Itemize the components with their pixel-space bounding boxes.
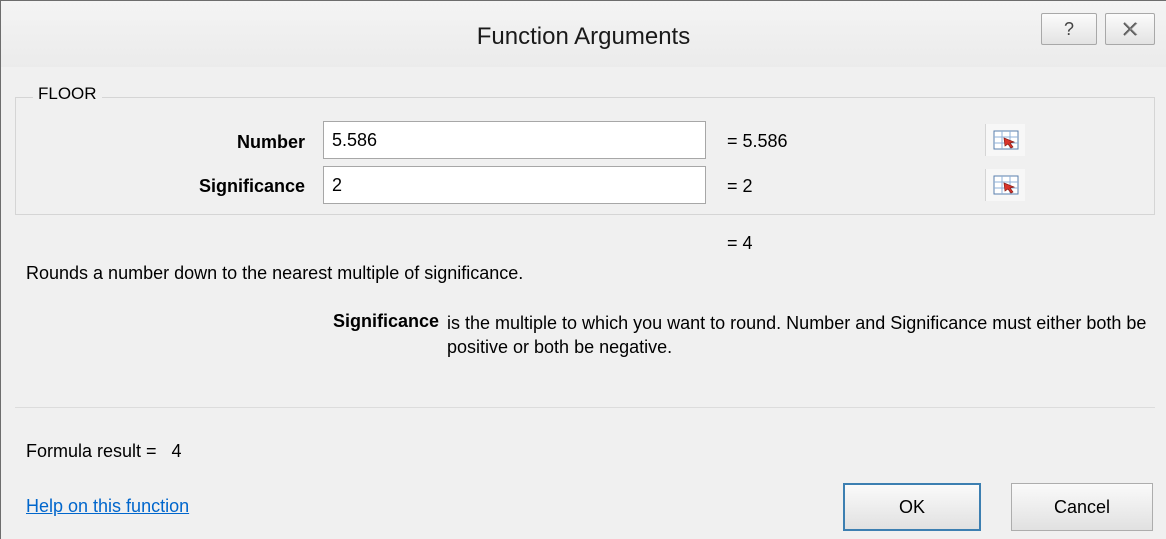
function-name-label: FLOOR	[33, 84, 102, 104]
argument-help-name: Significance	[332, 311, 439, 331]
ok-button[interactable]: OK	[843, 483, 981, 531]
significance-label: Significance	[198, 176, 305, 196]
close-button[interactable]	[1105, 13, 1155, 45]
question-mark-icon: ?	[1063, 18, 1074, 39]
function-result-preview: = 4	[727, 233, 753, 253]
function-description: Rounds a number down to the nearest mult…	[26, 263, 524, 283]
number-label: Number	[236, 132, 305, 152]
number-input-value: 5.586	[332, 130, 378, 150]
title-bar[interactable]: Function Arguments ?	[1, 1, 1166, 67]
dialog-title: Function Arguments	[476, 23, 691, 50]
significance-input[interactable]: 2	[323, 166, 1025, 204]
significance-collapse-button[interactable]	[985, 169, 1025, 201]
significance-input-value: 2	[332, 175, 343, 195]
function-arguments-dialog: Function Arguments ? FLOOR Number 5.586	[0, 0, 1166, 539]
divider	[15, 407, 1155, 408]
cancel-button[interactable]: Cancel	[1011, 483, 1153, 531]
help-on-function-link[interactable]: Help on this function	[26, 496, 189, 517]
number-evaluated-value: = 5.586	[727, 131, 788, 151]
significance-evaluated-value: = 2	[727, 176, 753, 196]
argument-help-text: is the multiple to which you want to rou…	[447, 313, 1147, 357]
help-button[interactable]: ?	[1041, 13, 1097, 45]
range-select-icon	[993, 130, 1018, 150]
close-icon	[1123, 22, 1138, 36]
formula-result: Formula result = 4	[26, 441, 182, 461]
number-input[interactable]: 5.586	[323, 121, 1025, 159]
range-select-icon	[993, 175, 1018, 195]
number-collapse-button[interactable]	[985, 124, 1025, 156]
